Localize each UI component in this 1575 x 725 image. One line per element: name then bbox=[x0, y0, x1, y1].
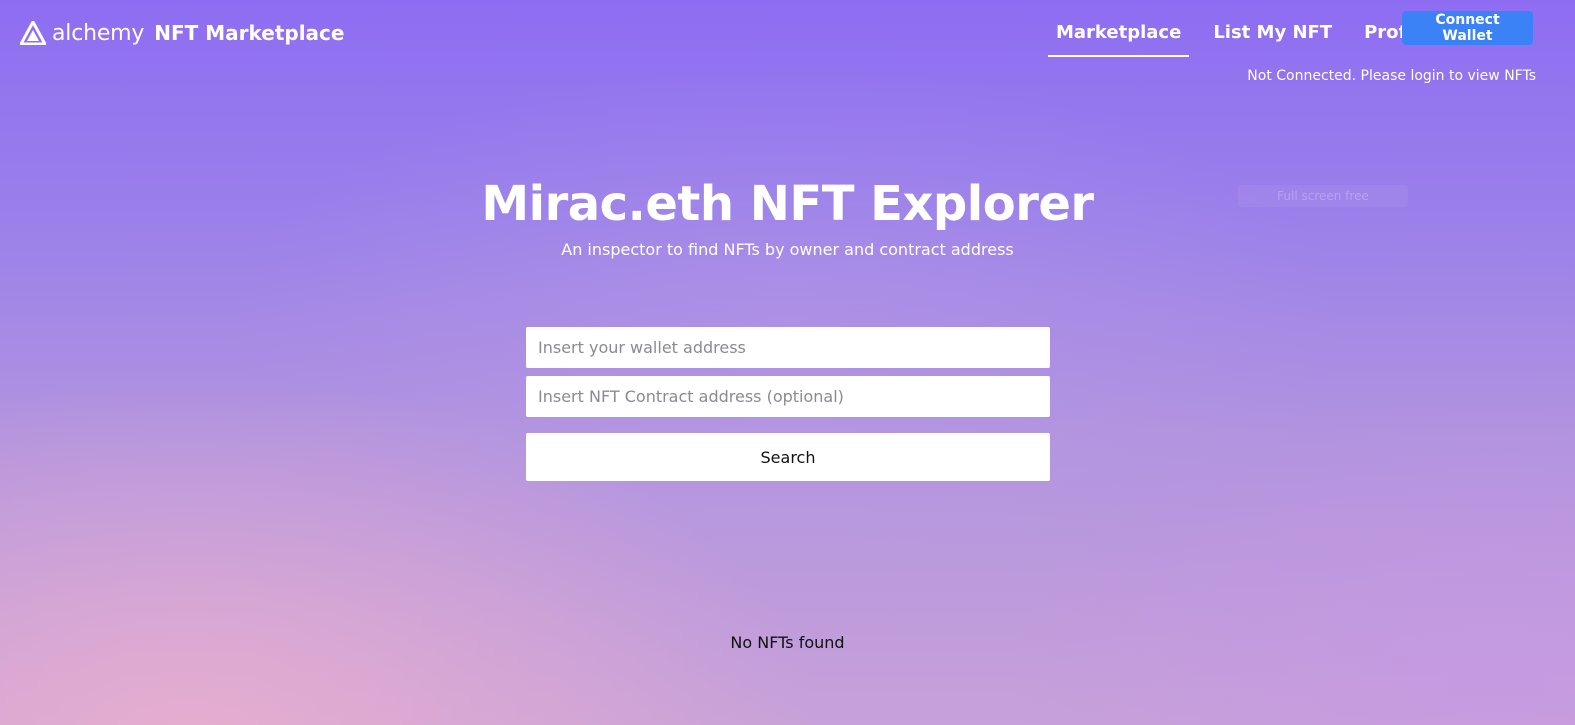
page-subtitle: An inspector to find NFTs by owner and c… bbox=[561, 240, 1014, 259]
brand-title: NFT Marketplace bbox=[154, 21, 345, 45]
contract-address-input[interactable] bbox=[526, 376, 1050, 417]
brand-logo[interactable]: alchemy NFT Marketplace bbox=[20, 18, 344, 48]
search-button[interactable]: Search bbox=[526, 433, 1050, 481]
nav-marketplace[interactable]: Marketplace bbox=[1048, 8, 1190, 57]
alchemy-logo-icon bbox=[20, 21, 46, 45]
page-title: Mirac.eth NFT Explorer bbox=[481, 176, 1094, 232]
nav-list-my-nft[interactable]: List My NFT bbox=[1205, 8, 1340, 57]
wallet-address-input[interactable] bbox=[526, 327, 1050, 368]
connect-wallet-button[interactable]: Connect Wallet bbox=[1402, 11, 1533, 45]
connection-status: Not Connected. Please login to view NFTs bbox=[1247, 68, 1536, 84]
logo-text: alchemy bbox=[52, 20, 145, 46]
empty-results-text: No NFTs found bbox=[730, 633, 845, 652]
search-form: Search bbox=[526, 327, 1050, 481]
main-nav: Marketplace List My NFT Profile bbox=[1048, 8, 1454, 57]
